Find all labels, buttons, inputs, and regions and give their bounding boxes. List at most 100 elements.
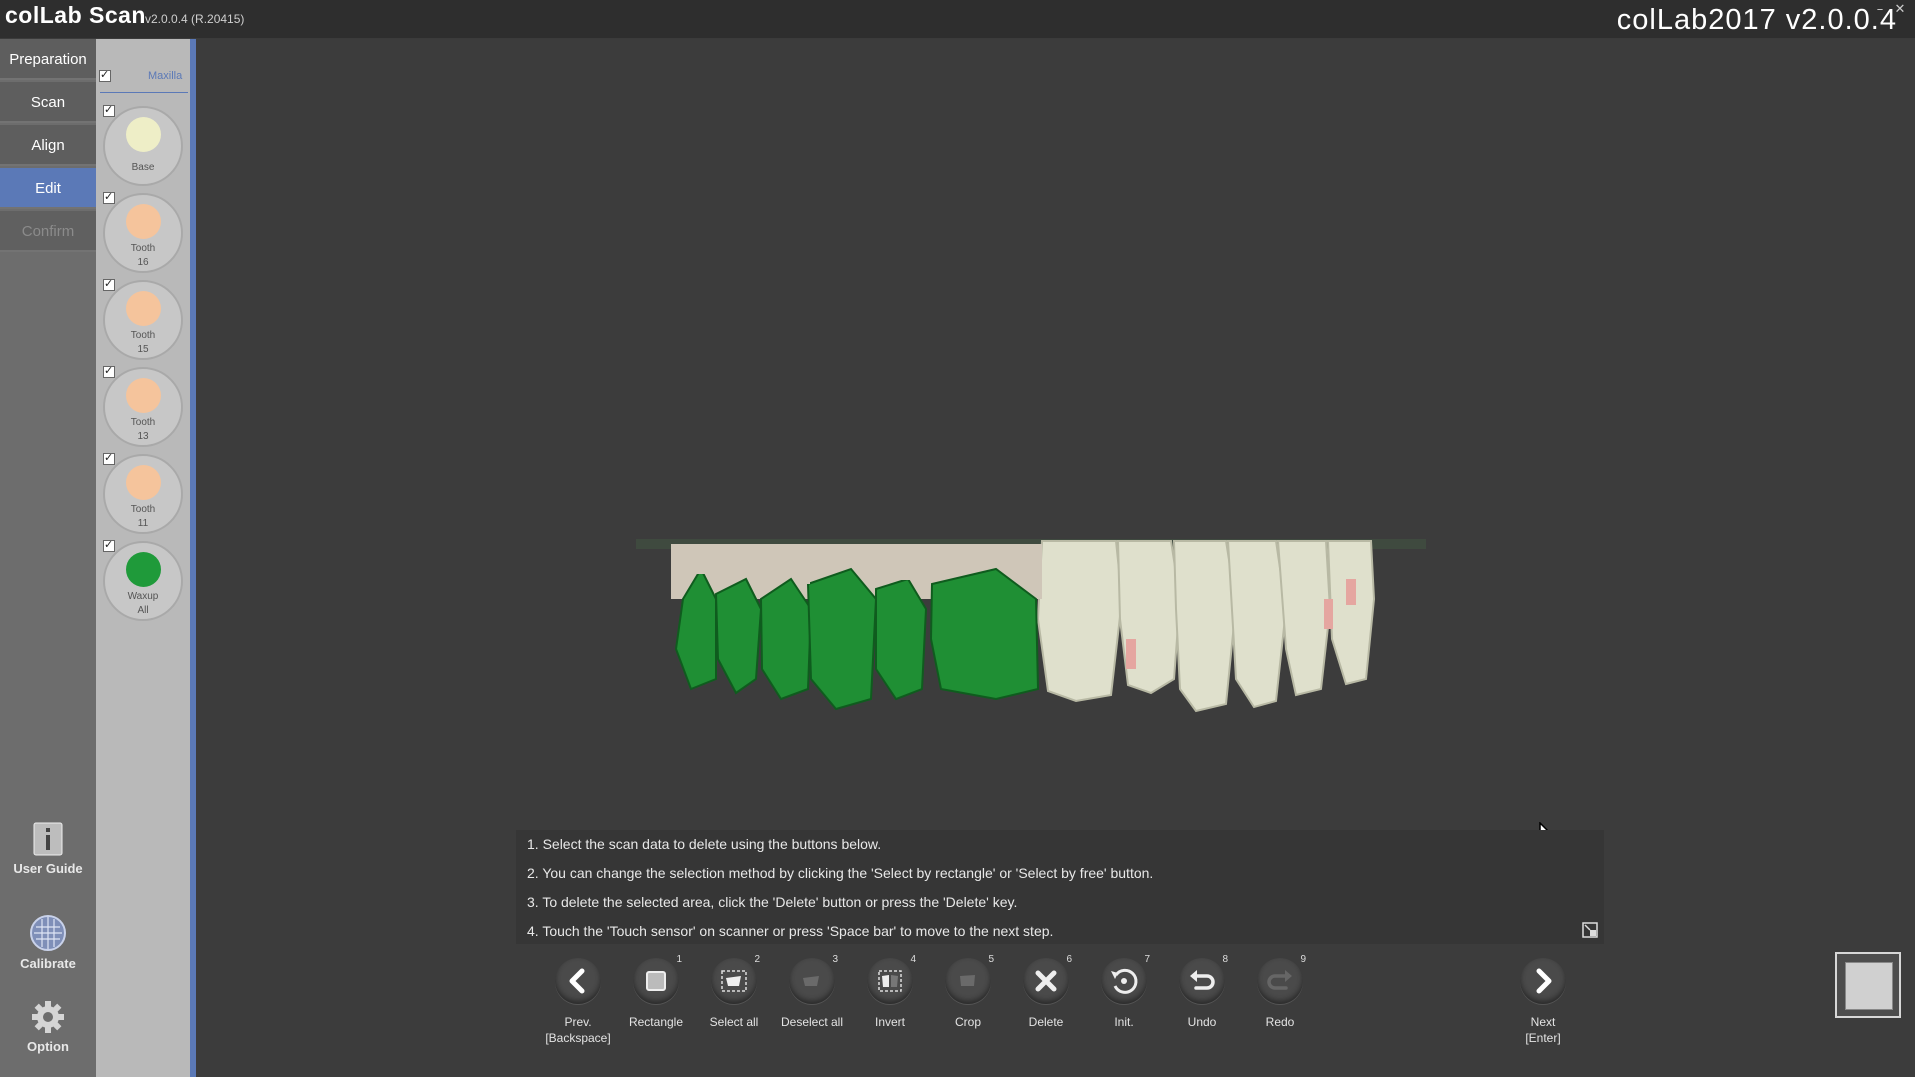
layer-base[interactable]: Base	[103, 106, 183, 186]
undo-label: Undo	[1187, 1015, 1217, 1029]
shortcut-number: 4	[910, 954, 916, 965]
app-name: colLab Scan	[5, 2, 146, 28]
layer-checkbox-tooth-13[interactable]	[103, 364, 115, 378]
layer-tooth-13[interactable]: Tooth 13	[103, 367, 183, 447]
user-guide-label: User Guide	[13, 861, 83, 876]
layer-checkbox-tooth-11[interactable]	[103, 451, 115, 465]
layer-number: 15	[137, 344, 149, 355]
prev-shortcut: [Backspace]	[545, 1031, 611, 1045]
layer-color-dot	[126, 552, 161, 587]
delete-x-icon	[1035, 970, 1057, 992]
deselect-all-label: Deselect all	[780, 1015, 844, 1029]
deselect-all-button[interactable]: 3 Deselect all	[772, 954, 852, 1030]
reset-icon	[1111, 968, 1138, 994]
left-nav: Preparation Scan Align Edit Confirm User…	[0, 39, 96, 1077]
shortcut-number: 7	[1144, 954, 1150, 965]
undo-button[interactable]: 8 Undo	[1162, 954, 1242, 1030]
delete-label: Delete	[1028, 1015, 1064, 1029]
app-version: v2.0.0.4 (R.20415)	[145, 12, 245, 26]
rectangle-select-icon	[646, 971, 666, 991]
crop-label: Crop	[954, 1015, 981, 1029]
instruction-line: 1. Select the scan data to delete using …	[527, 836, 882, 852]
layer-label: Base	[131, 162, 155, 173]
nav-scan[interactable]: Scan	[0, 82, 96, 123]
next-label: Next	[1530, 1015, 1556, 1029]
view-orientation-thumbnail[interactable]	[1835, 952, 1901, 1018]
option-button[interactable]: Option	[0, 999, 96, 1054]
shortcut-number: 8	[1222, 954, 1228, 965]
layer-label: Tooth	[130, 504, 156, 515]
layer-tooth-15[interactable]: Tooth 15	[103, 280, 183, 360]
invert-icon	[878, 970, 902, 992]
title-bar: colLab Scan v2.0.0.4 (R.20415) colLab201…	[0, 0, 1915, 38]
layer-color-dot	[126, 378, 161, 413]
layer-checkbox-tooth-16[interactable]	[103, 190, 115, 204]
maxilla-label: Maxilla	[148, 70, 183, 82]
init-button[interactable]: 7 Init.	[1084, 954, 1164, 1030]
layer-checkbox-waxup-all[interactable]	[103, 538, 115, 552]
nav-align[interactable]: Align	[0, 125, 96, 166]
instruction-line: 4. Touch the 'Touch sensor' on scanner o…	[527, 923, 1054, 939]
collapse-panel-icon[interactable]	[1582, 922, 1598, 938]
redo-button[interactable]: 9 Redo	[1240, 954, 1320, 1030]
layer-number: 16	[137, 257, 149, 268]
nav-confirm: Confirm	[0, 211, 96, 252]
gear-icon	[32, 1001, 64, 1033]
layer-checkbox-tooth-15[interactable]	[103, 277, 115, 291]
nav-edit[interactable]: Edit	[0, 168, 96, 209]
layer-label: Tooth	[130, 330, 156, 341]
calibrate-label: Calibrate	[20, 956, 76, 971]
minimize-icon[interactable]: –	[1871, 2, 1889, 17]
info-icon	[33, 822, 63, 856]
layer-label: Tooth	[130, 243, 156, 254]
rectangle-label: Rectangle	[628, 1015, 684, 1029]
layer-color-dot	[126, 117, 161, 152]
shortcut-number: 5	[988, 954, 994, 965]
deselect-all-icon	[803, 976, 819, 986]
layer-number: 13	[137, 431, 149, 442]
chevron-right-icon	[1536, 968, 1552, 994]
instruction-line: 3. To delete the selected area, click th…	[527, 894, 1018, 910]
layer-tooth-11[interactable]: Tooth 11	[103, 454, 183, 534]
crop-button[interactable]: 5 Crop	[928, 954, 1008, 1030]
layer-color-dot	[126, 204, 161, 239]
invert-label: Invert	[874, 1015, 905, 1029]
view-cube-icon	[1845, 962, 1893, 1010]
shortcut-number: 3	[832, 954, 838, 965]
prev-button[interactable]: Prev. [Backspace]	[538, 958, 618, 1046]
shortcut-number: 1	[676, 954, 682, 965]
close-icon[interactable]: ✕	[1891, 2, 1909, 17]
select-all-button[interactable]: 2 Select all	[694, 954, 774, 1030]
calibrate-grid-icon	[30, 915, 66, 951]
prev-label: Prev.	[564, 1015, 592, 1029]
chevron-left-icon	[569, 968, 585, 994]
shortcut-number: 9	[1300, 954, 1306, 965]
window-title: colLab2017 v2.0.0.4	[1616, 4, 1897, 36]
maxilla-underline	[100, 92, 188, 93]
layer-tooth-16[interactable]: Tooth 16	[103, 193, 183, 273]
dental-scan-model[interactable]	[196, 39, 1915, 739]
shortcut-number: 6	[1066, 954, 1072, 965]
init-label: Init.	[1114, 1015, 1134, 1029]
rectangle-button[interactable]: 1 Rectangle	[616, 954, 696, 1030]
undo-icon	[1190, 970, 1215, 990]
next-shortcut: [Enter]	[1525, 1031, 1561, 1045]
layer-number: 11	[137, 518, 149, 529]
layer-number: All	[137, 605, 149, 616]
redo-icon	[1267, 970, 1292, 990]
layer-checkbox-base[interactable]	[103, 103, 115, 117]
invert-button[interactable]: 4 Invert	[850, 954, 930, 1030]
select-all-label: Select all	[709, 1015, 759, 1029]
calibrate-button[interactable]: Calibrate	[0, 914, 96, 971]
layer-waxup-all[interactable]: Waxup All	[103, 541, 183, 621]
nav-preparation[interactable]: Preparation	[0, 39, 96, 80]
crop-icon	[960, 975, 975, 986]
maxilla-checkbox[interactable]	[99, 68, 111, 82]
delete-button[interactable]: 6 Delete	[1006, 954, 1086, 1030]
user-guide-button[interactable]: User Guide	[0, 821, 96, 876]
select-all-icon	[721, 970, 747, 992]
next-button[interactable]: Next [Enter]	[1503, 958, 1583, 1046]
instruction-line: 2. You can change the selection method b…	[527, 865, 1154, 881]
layer-label: Waxup	[127, 591, 159, 602]
option-label: Option	[27, 1039, 69, 1054]
